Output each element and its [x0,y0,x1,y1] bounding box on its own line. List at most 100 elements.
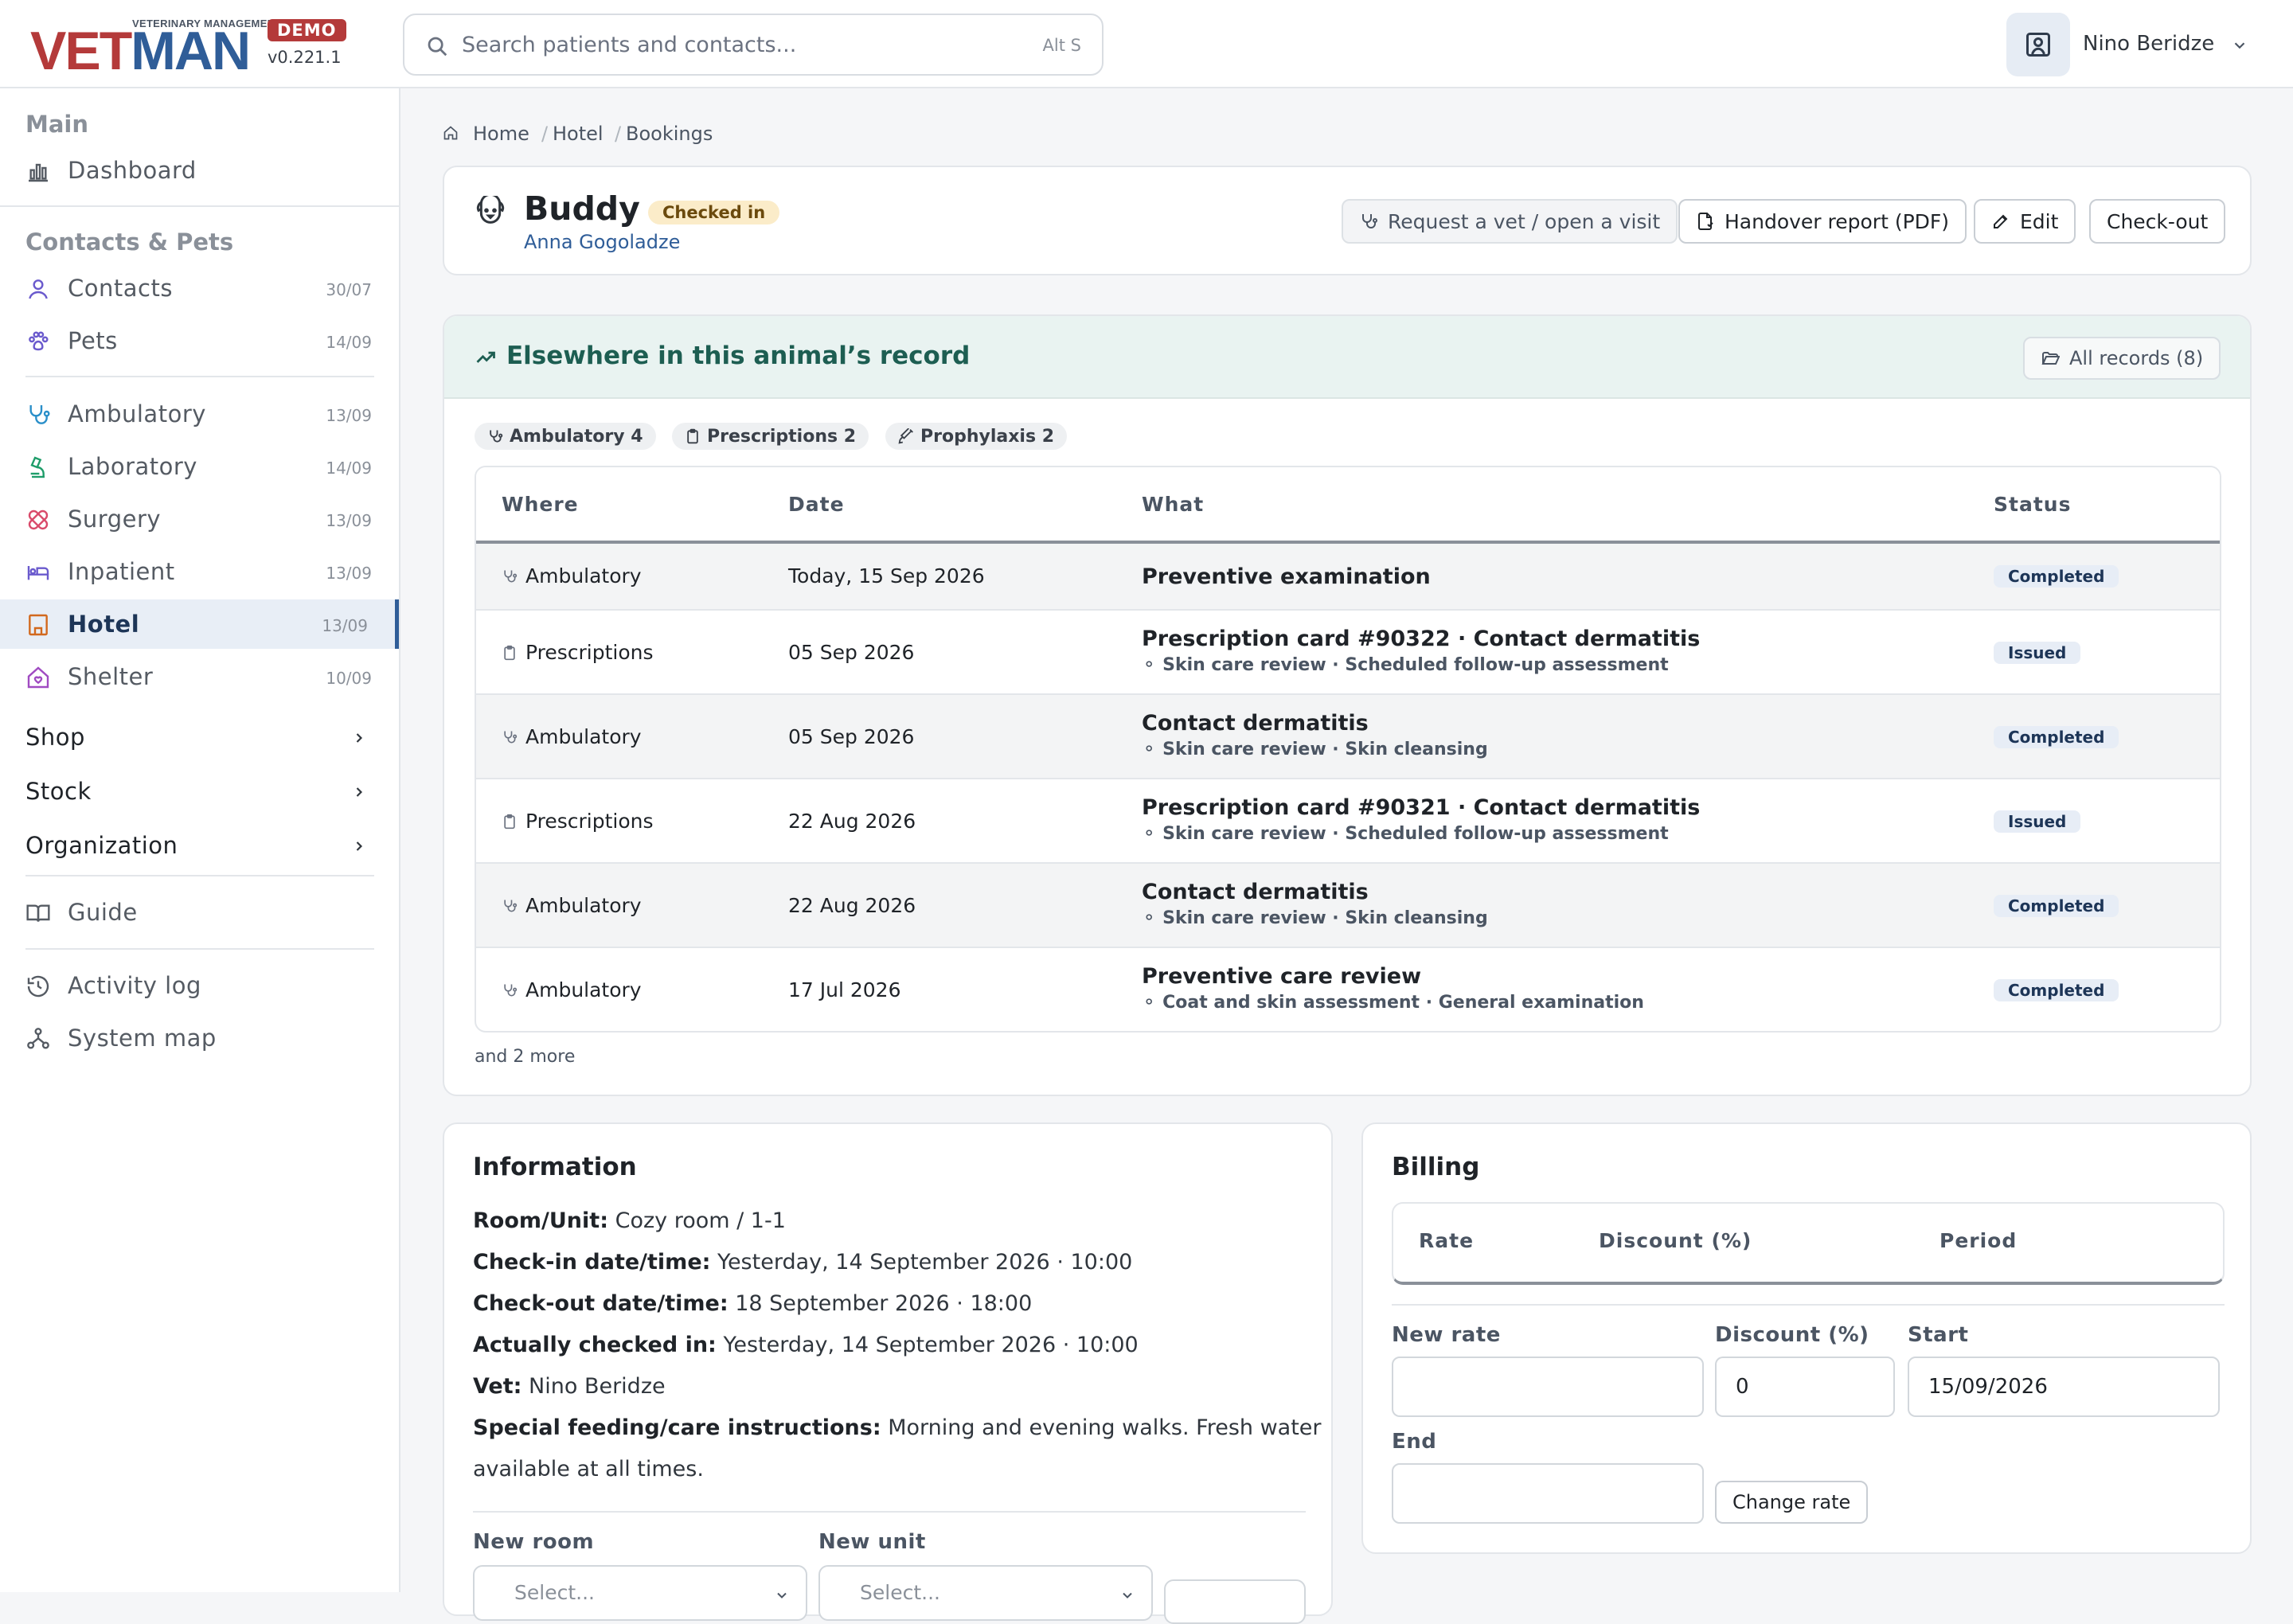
sidebar-item-inpatient[interactable]: Inpatient 13/09 [0,547,399,596]
table-row[interactable]: Prescriptions 05 Sep 2026 Prescription c… [476,611,2220,695]
table-row[interactable]: Ambulatory Today, 15 Sep 2026 Preventive… [476,544,2220,611]
network-icon [27,1028,49,1049]
bandage-icon [28,509,49,530]
billing-card: Billing Rate Discount (%) Period New rat… [1361,1122,2252,1554]
column-header-where[interactable]: Where [502,493,579,516]
sidebar: Main Dashboard Contacts & Pets Contacts … [0,88,400,1592]
chip-ambulatory[interactable]: Ambulatory 4 [475,423,656,450]
column-header-date[interactable]: Date [788,493,845,516]
sidebar-item-pets[interactable]: Pets 14/09 [0,316,399,365]
discount-input[interactable] [1715,1357,1895,1417]
divider [1392,1304,2225,1306]
column-header-rate: Rate [1419,1229,1475,1252]
sidebar-group-stock[interactable]: Stock [0,767,399,816]
column-header-what[interactable]: What [1142,493,1204,516]
status-badge: Issued [1994,642,2081,664]
breadcrumb-bookings[interactable]: Bookings [626,123,713,145]
request-vet-button[interactable]: Request a vet / open a visit [1342,199,1678,244]
new-room-label: New room [473,1530,595,1554]
top-bar: VETERINARY MANAGEMENT VETMAN DEMO v0.221… [0,0,2293,88]
end-date-input[interactable] [1392,1463,1704,1524]
user-menu[interactable]: Nino Beridze [2006,13,2269,76]
edit-button[interactable]: Edit [1974,199,2076,244]
search-box[interactable]: Alt S [403,14,1104,76]
sidebar-item-laboratory[interactable]: Laboratory 14/09 [0,442,399,491]
bar-chart-icon [29,163,48,182]
owner-link[interactable]: Anna Gogoladze [524,231,680,253]
section-label-contacts-pets: Contacts & Pets [25,228,234,256]
stethoscope-icon [504,984,518,996]
sidebar-item-hotel[interactable]: Hotel 13/09 [0,599,399,649]
book-open-icon [26,904,50,922]
breadcrumb-home[interactable]: Home [473,123,529,145]
handover-report-button[interactable]: Handover report (PDF) [1678,199,1967,244]
discount-label: Discount (%) [1715,1323,1869,1347]
breadcrumb-hotel[interactable]: Hotel [553,123,604,145]
info-room: Room/Unit: Cozy room / 1-1 [473,1208,786,1233]
sidebar-group-organization[interactable]: Organization [0,821,399,870]
chip-prophylaxis[interactable]: Prophylaxis 2 [885,423,1068,450]
sidebar-item-system-map[interactable]: System map [0,1013,399,1063]
all-records-button[interactable]: All records (8) [2023,337,2221,380]
chevron-down-icon [777,1592,787,1599]
pet-name: Buddy [524,189,640,228]
file-pdf-icon [1698,213,1713,230]
search-shortcut: Alt S [1042,36,1081,55]
column-header-status[interactable]: Status [1994,493,2071,516]
clipboard-icon [504,645,515,660]
dog-icon [476,196,505,224]
new-unit-label: New unit [818,1530,926,1554]
more-records-link[interactable]: and 2 more [475,1047,575,1067]
sidebar-item-dashboard[interactable]: Dashboard [0,146,399,195]
sidebar-item-shelter[interactable]: Shelter 10/09 [0,652,399,701]
divider [0,205,399,207]
info-special-instructions: Special feeding/care instructions: Morni… [473,1415,1322,1440]
sidebar-group-shop[interactable]: Shop [0,712,399,762]
divider [25,948,374,950]
table-row[interactable]: Ambulatory 22 Aug 2026 Contact dermatiti… [476,864,2220,948]
chevron-down-icon [1123,1592,1132,1599]
new-room-select[interactable]: Select... [473,1565,807,1621]
start-date-input[interactable] [1908,1357,2220,1417]
clipboard-icon [504,814,515,829]
chip-prescriptions[interactable]: Prescriptions 2 [672,423,869,450]
record-table: Where Date What Status Ambulatory Today,… [475,466,2221,1033]
status-badge: Checked in [648,201,780,224]
breadcrumb-separator: / [615,123,622,145]
sidebar-item-ambulatory[interactable]: Ambulatory 13/09 [0,389,399,439]
sidebar-item-activity-log[interactable]: Activity log [0,961,399,1010]
syringe-icon [898,428,913,444]
bed-icon [27,566,49,580]
table-row[interactable]: Prescriptions 22 Aug 2026 Prescription c… [476,779,2220,864]
avatar[interactable] [2006,13,2070,76]
start-label: Start [1908,1323,1969,1347]
edit-icon [1994,214,2008,228]
status-badge: Completed [1994,979,2119,1001]
info-special-instructions-cont: available at all times. [473,1457,704,1482]
new-unit-select[interactable]: Select... [818,1565,1153,1621]
app-logo[interactable]: VETERINARY MANAGEMENT VETMAN DEMO v0.221… [30,18,349,80]
info-vet: Vet: Nino Beridze [473,1374,666,1399]
status-badge: Issued [1994,810,2081,833]
checkout-button[interactable]: Check-out [2089,199,2226,244]
trend-line-icon [476,351,495,363]
divider [25,376,374,377]
search-input[interactable] [462,26,971,63]
folder-open-icon [2041,352,2060,365]
chevron-right-icon [356,841,363,851]
sidebar-item-surgery[interactable]: Surgery 13/09 [0,494,399,544]
sidebar-item-contacts[interactable]: Contacts 30/07 [0,264,399,313]
change-rate-button[interactable]: Change rate [1715,1481,1869,1524]
table-row[interactable]: Ambulatory 17 Jul 2026 Preventive care r… [476,948,2220,1031]
sidebar-item-guide[interactable]: Guide [0,888,399,937]
table-header: Where Date What Status [476,467,2220,544]
new-rate-input[interactable] [1392,1357,1704,1417]
billing-title: Billing [1392,1153,1480,1181]
info-checkout: Check-out date/time: 18 September 2026 ·… [473,1291,1033,1316]
table-row[interactable]: Ambulatory 05 Sep 2026 Contact dermatiti… [476,695,2220,779]
breadcrumb-separator: / [541,123,549,145]
user-square-icon [2026,33,2050,57]
stethoscope-icon [1362,214,1377,228]
status-badge: Completed [1994,726,2119,748]
move-button[interactable] [1164,1579,1306,1624]
